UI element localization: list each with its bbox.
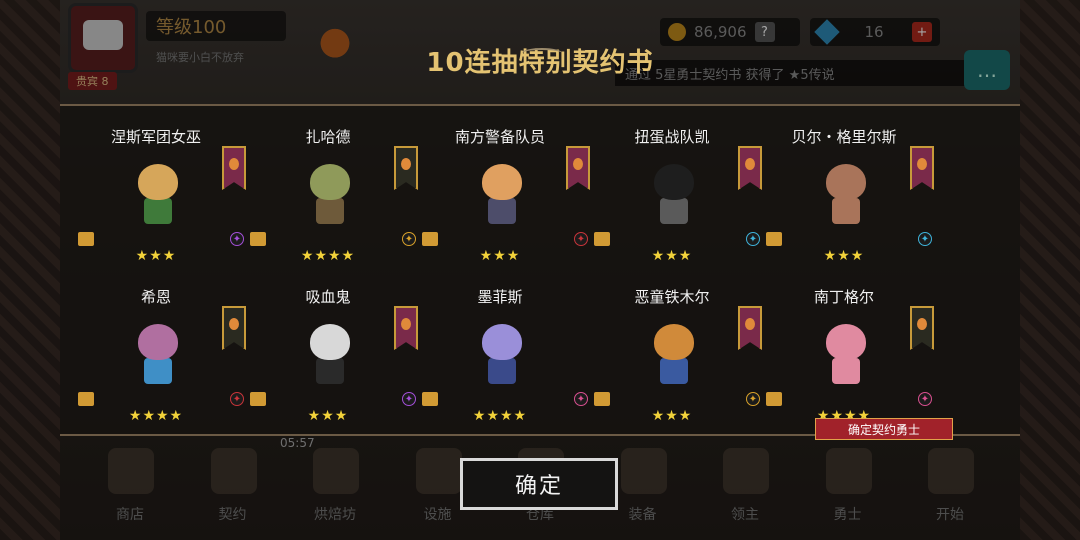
hero-sprite-body	[488, 358, 516, 384]
hero-card[interactable]: 墨菲斯 ✦ ★★★★	[414, 280, 588, 430]
hero-stars: ★★★★	[128, 408, 184, 424]
hero-card[interactable]: 希恩 ✦ ★★★★	[70, 280, 246, 430]
hero-name: 涅斯军团女巫	[110, 128, 201, 146]
hero-name: 扎哈德	[305, 128, 351, 146]
scroll-icon	[422, 232, 438, 246]
hero-sprite-head	[310, 164, 350, 200]
hero-sprite	[298, 156, 362, 228]
hero-sprite-body	[660, 358, 688, 384]
hero-stars: ★★★★	[472, 408, 528, 424]
class-banner-icon	[910, 306, 934, 350]
hero-name: 扭蛋战队凯	[634, 128, 710, 146]
hero-sprite-head	[482, 164, 522, 200]
hero-sprite	[298, 316, 362, 388]
hero-name: 希恩	[140, 288, 171, 306]
hero-name: 吸血鬼	[305, 288, 351, 306]
title-ornament	[522, 48, 562, 58]
hero-card[interactable]: 南丁格尔 ✦ ★★★★	[758, 280, 934, 430]
hero-sprite-head	[826, 164, 866, 200]
hero-sprite-body	[144, 198, 172, 224]
hero-sprite	[126, 156, 190, 228]
hero-stars: ★★★	[479, 248, 521, 264]
hero-stars: ★★★	[135, 248, 177, 264]
confirm-button[interactable]: 确定	[460, 458, 618, 510]
confirmed-hero-tag: 确定契约勇士	[815, 418, 953, 440]
hero-sprite-head	[138, 164, 178, 200]
hero-card[interactable]: 涅斯军团女巫 ✦ ★★★	[70, 120, 246, 270]
hero-stars: ★★★★	[300, 248, 356, 264]
hero-sprite-head	[482, 324, 522, 360]
hero-sprite-head	[654, 324, 694, 360]
hero-card[interactable]: 贝尔・格里尔斯 ✦ ★★★	[758, 120, 934, 270]
hero-sprite	[642, 156, 706, 228]
scroll-icon	[78, 392, 94, 406]
hero-sprite-head	[654, 164, 694, 200]
hero-stars: ★★★	[823, 248, 865, 264]
hero-sprite	[642, 316, 706, 388]
hero-card[interactable]: 扎哈德 ✦ ★★★★	[242, 120, 418, 270]
hero-stars: ★★★	[651, 408, 693, 424]
class-banner-icon	[910, 146, 934, 190]
hero-card[interactable]: 南方警备队员 ✦ ★★★	[414, 120, 590, 270]
hero-stars: ★★★	[651, 248, 693, 264]
hero-sprite-head	[138, 324, 178, 360]
hero-sprite-body	[144, 358, 172, 384]
weapon-type-icon: ✦	[918, 232, 932, 246]
hero-card[interactable]: 恶童铁木尔 ✦ ★★★	[586, 280, 762, 430]
hero-sprite-body	[832, 198, 860, 224]
hero-sprite-body	[488, 198, 516, 224]
hero-stars: ★★★	[307, 408, 349, 424]
scroll-icon	[594, 232, 610, 246]
weapon-type-icon: ✦	[918, 392, 932, 406]
hero-card[interactable]: 吸血鬼 ✦ ★★★	[242, 280, 418, 430]
scroll-icon	[766, 232, 782, 246]
hero-name: 南方警备队员	[454, 128, 545, 146]
scroll-icon	[766, 392, 782, 406]
hero-name: 墨菲斯	[477, 288, 523, 306]
hero-grid: 涅斯军团女巫 ✦ ★★★ 扎哈德 ✦ ★★★★ 南方警备队员 ✦ ★★★ 扭蛋战队凯 ✦ ★★★ 贝尔・…	[70, 120, 1010, 430]
hero-sprite	[814, 156, 878, 228]
hero-sprite	[470, 156, 534, 228]
hero-sprite-body	[316, 198, 344, 224]
scroll-icon	[250, 392, 266, 406]
scroll-icon	[594, 392, 610, 406]
hero-card[interactable]: 扭蛋战队凯 ✦ ★★★	[586, 120, 762, 270]
hero-sprite-head	[310, 324, 350, 360]
scroll-icon	[422, 392, 438, 406]
hero-sprite	[126, 316, 190, 388]
hero-sprite-head	[826, 324, 866, 360]
hero-sprite	[470, 316, 534, 388]
scroll-icon	[250, 232, 266, 246]
hero-sprite	[814, 316, 878, 388]
hero-name: 贝尔・格里尔斯	[791, 128, 897, 146]
title-wrap: 10连抽特别契约书	[0, 42, 1080, 79]
hero-sprite-body	[316, 358, 344, 384]
hero-sprite-body	[832, 358, 860, 384]
hero-name: 南丁格尔	[813, 288, 874, 306]
hero-sprite-body	[660, 198, 688, 224]
scroll-icon	[78, 232, 94, 246]
hero-name: 恶童铁木尔	[634, 288, 710, 306]
